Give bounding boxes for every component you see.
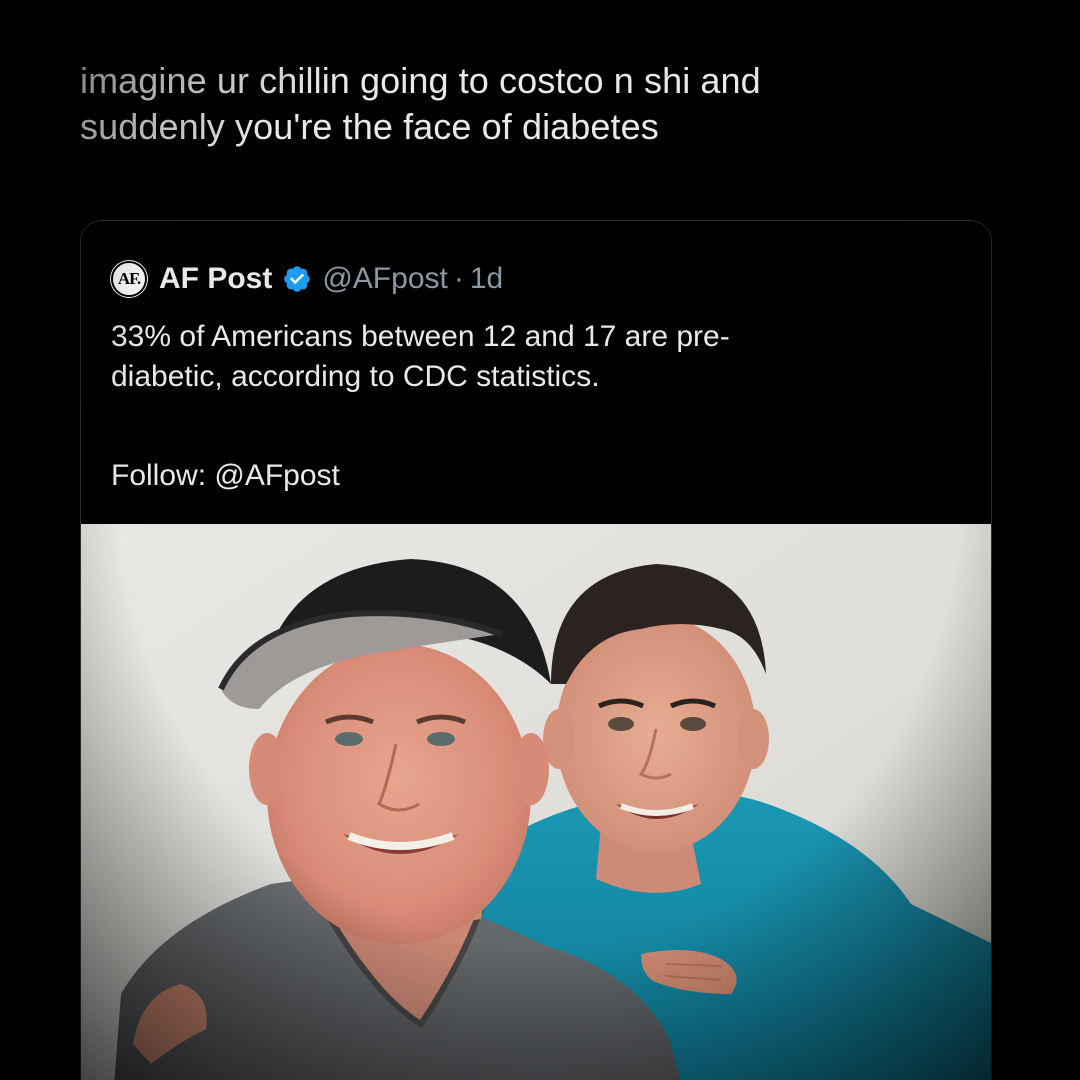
separator-dot: · bbox=[453, 262, 464, 295]
quoted-tweet-header: AF. AF Post @AFpost · 1d bbox=[111, 261, 503, 297]
quoted-tweet-body-line-1: 33% of Americans between 12 and 17 are p… bbox=[111, 320, 730, 353]
tweet-photo[interactable] bbox=[81, 524, 991, 1080]
photo-illustration bbox=[81, 524, 991, 1080]
tweet-text: imagine ur chillin going to costco n shi… bbox=[80, 58, 980, 150]
verified-badge-icon bbox=[284, 266, 311, 292]
display-name[interactable]: AF Post bbox=[159, 262, 272, 296]
avatar[interactable]: AF. bbox=[111, 261, 147, 297]
quoted-tweet-body: 33% of Americans between 12 and 17 are p… bbox=[111, 317, 971, 397]
quoted-tweet-body-line-2: diabetic, according to CDC statistics. bbox=[111, 360, 600, 393]
handle[interactable]: @AFpost bbox=[322, 262, 448, 296]
timestamp[interactable]: 1d bbox=[470, 262, 503, 296]
quoted-tweet-card[interactable]: AF. AF Post @AFpost · 1d 33% of American… bbox=[80, 220, 992, 1080]
tweet-text-line-1: imagine ur chillin going to costco n shi… bbox=[80, 60, 761, 101]
avatar-logo-text: AF. bbox=[117, 269, 141, 288]
follow-text: Follow: @AFpost bbox=[111, 459, 340, 492]
tweet-text-line-2: suddenly you're the face of diabetes bbox=[80, 106, 659, 147]
